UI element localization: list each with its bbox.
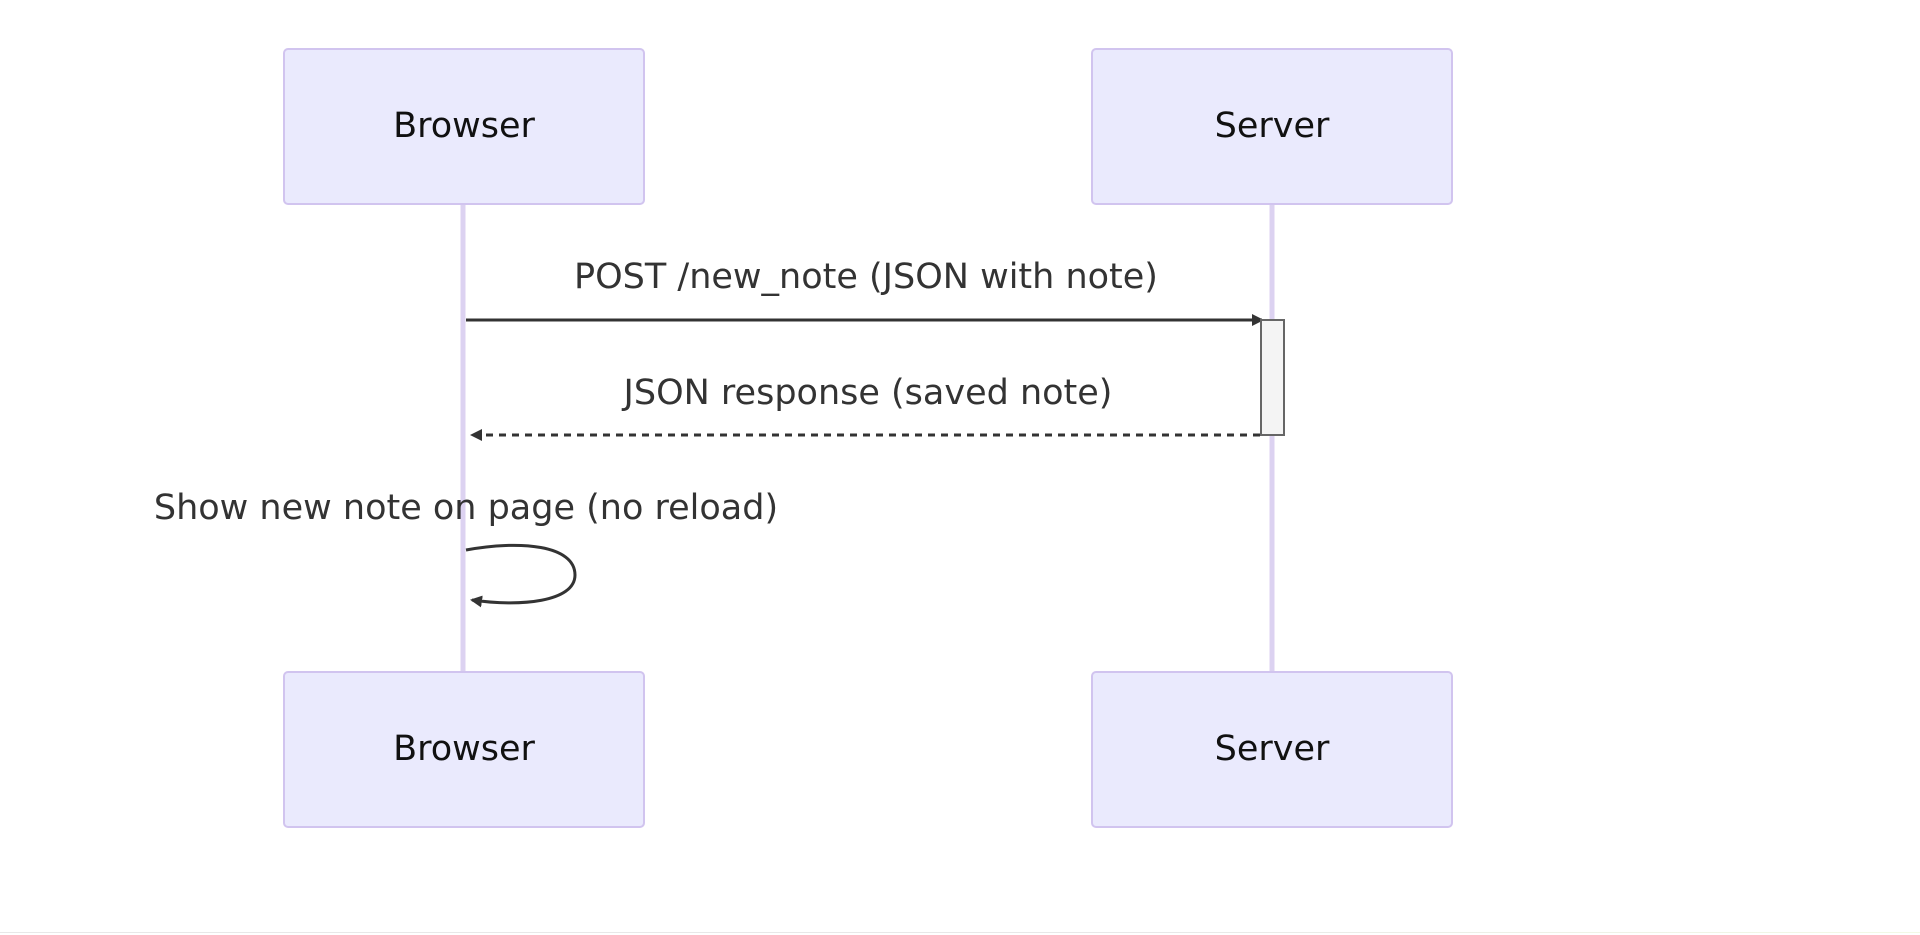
message-2-label: JSON response (saved note) xyxy=(622,373,1113,413)
actor-server-bottom-label: Server xyxy=(1215,729,1330,769)
actor-server-top: Server xyxy=(1091,48,1453,205)
actor-server-bottom: Server xyxy=(1091,671,1453,828)
sequence-diagram: Browser Server POST /new_note (JSON with… xyxy=(154,48,1453,828)
actor-browser-top: Browser xyxy=(283,48,645,205)
actor-browser-bottom: Browser xyxy=(283,671,645,828)
actor-browser-bottom-label: Browser xyxy=(393,729,535,769)
server-activation-bar xyxy=(1260,319,1285,436)
actor-server-top-label: Server xyxy=(1215,106,1330,146)
message-3-self-loop-arrow xyxy=(465,543,577,608)
message-1-label: POST /new_note (JSON with note) xyxy=(574,257,1158,297)
message-3-label: Show new note on page (no reload) xyxy=(154,488,778,528)
footer-divider xyxy=(0,932,1920,933)
actor-browser-top-label: Browser xyxy=(393,106,535,146)
